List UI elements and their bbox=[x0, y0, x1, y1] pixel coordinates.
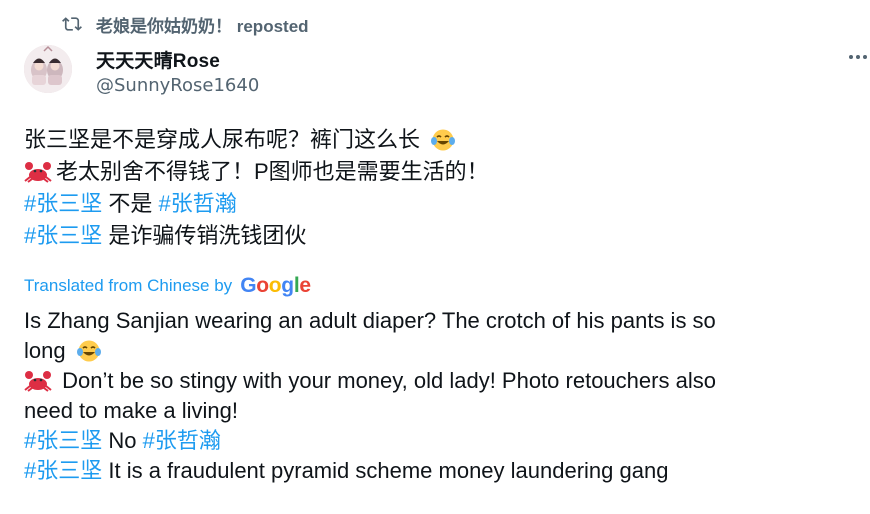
author-handle[interactable]: @SunnyRose1640 bbox=[96, 75, 259, 96]
translated-line-3-text: Don’t be so stingy with your money, old … bbox=[56, 368, 716, 393]
translated-line-1: Is Zhang Sanjian wearing an adult diaper… bbox=[24, 308, 716, 333]
reposted-by-name[interactable]: 老娘是你姑奶奶！ bbox=[96, 17, 232, 36]
tweet-line-4-text: 是诈骗传销洗钱团伙 bbox=[102, 223, 307, 248]
tweet-line-1-text: 张三坚是不是穿成人尿布呢？裤门这么长 bbox=[24, 127, 421, 152]
tweet-line-2-text: 老太别舍不得钱了！P图师也是需要生活的！ bbox=[56, 159, 489, 184]
translated-line-6: #张三坚 It is a fraudulent pyramid scheme m… bbox=[24, 456, 864, 486]
translation-label: Translated from Chinese by bbox=[24, 276, 233, 295]
hashtag-link[interactable]: #张三坚 bbox=[24, 458, 102, 483]
repost-indicator: 老娘是你姑奶奶！ reposted bbox=[62, 12, 309, 36]
avatar-image bbox=[24, 45, 72, 93]
more-options-icon[interactable] bbox=[849, 54, 870, 60]
crab-emoji bbox=[24, 162, 52, 183]
tweet[interactable]: 老娘是你姑奶奶！ reposted 天天天晴Rose @SunnyRose164… bbox=[0, 0, 870, 514]
tweet-line-4: #张三坚 是诈骗传销洗钱团伙 bbox=[24, 220, 864, 252]
translated-line-3: Don’t be so stingy with your money, old … bbox=[24, 366, 864, 396]
hashtag-link[interactable]: #张三坚 bbox=[24, 428, 102, 453]
tweet-line-3-text: 不是 bbox=[102, 191, 159, 216]
translation-attribution[interactable]: Translated from Chinese by Google bbox=[24, 274, 311, 298]
translated-line-5-text: No bbox=[102, 428, 143, 453]
author-display-name[interactable]: 天天天晴Rose bbox=[96, 51, 220, 72]
translated-line-2-text: long bbox=[24, 338, 66, 363]
hashtag-link[interactable]: #张哲瀚 bbox=[158, 191, 236, 216]
crab-emoji bbox=[24, 371, 52, 392]
repost-icon bbox=[62, 17, 82, 31]
translated-text: Is Zhang Sanjian wearing an adult diaper… bbox=[24, 306, 864, 486]
tweet-text: 张三坚是不是穿成人尿布呢？裤门这么长 老太别舍不得钱了！P图师也是需要生活的！ bbox=[24, 124, 864, 252]
hashtag-link[interactable]: #张三坚 bbox=[24, 223, 102, 248]
tears-of-joy-emoji bbox=[431, 129, 456, 151]
hashtag-link[interactable]: #张三坚 bbox=[24, 191, 102, 216]
translated-line-2: long bbox=[24, 336, 864, 366]
translated-line-5: #张三坚 No #张哲瀚 bbox=[24, 426, 864, 456]
translated-line-4: need to make a living! bbox=[24, 398, 239, 423]
avatar[interactable] bbox=[24, 45, 72, 93]
google-logo: Google bbox=[240, 274, 311, 297]
tweet-line-2: 老太别舍不得钱了！P图师也是需要生活的！ bbox=[24, 156, 864, 188]
tweet-line-3: #张三坚 不是 #张哲瀚 bbox=[24, 188, 864, 220]
tears-of-joy-emoji bbox=[76, 340, 101, 362]
tweet-line-1: 张三坚是不是穿成人尿布呢？裤门这么长 bbox=[24, 124, 864, 156]
reposted-label: reposted bbox=[236, 16, 309, 36]
translated-line-6-text: It is a fraudulent pyramid scheme money … bbox=[102, 458, 669, 483]
hashtag-link[interactable]: #张哲瀚 bbox=[143, 428, 221, 453]
